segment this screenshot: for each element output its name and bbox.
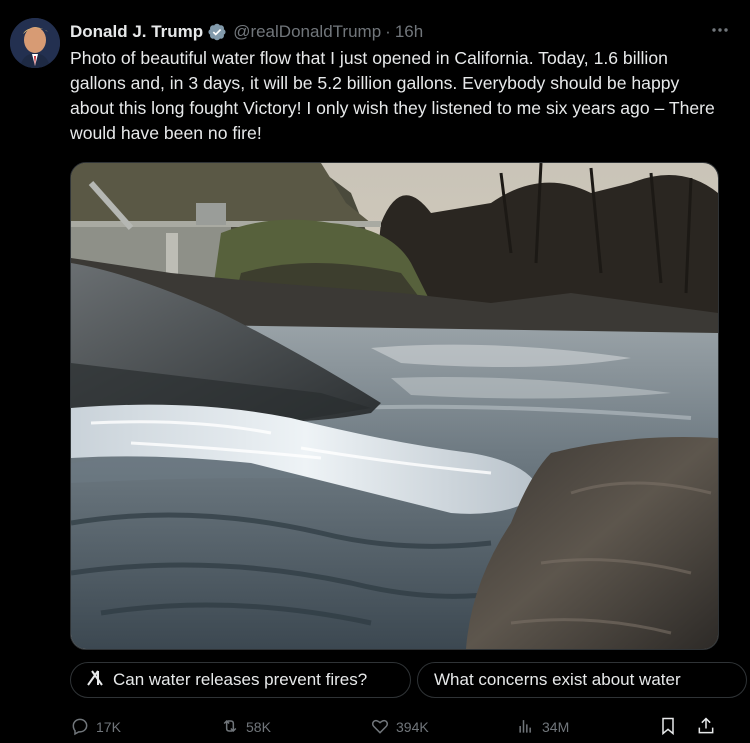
views-count: 34M [542,719,570,735]
tweet-action-bar: 17K 58K 394K 34M [70,712,720,742]
share-icon [696,716,716,739]
verified-badge-icon [207,22,227,42]
tweet-header: Donald J. Trump @realDonaldTrump · 16h [70,20,730,44]
repost-button[interactable]: 58K [220,716,370,739]
separator-dot: · [385,22,391,41]
reply-count: 17K [96,719,121,735]
views-button[interactable]: 34M [516,716,658,739]
bookmark-icon [658,716,678,739]
tweet-text: Photo of beautiful water flow that I jus… [70,48,715,143]
grok-suggestion-chip[interactable]: Can water releases prevent fires? [70,662,411,698]
views-icon [516,716,536,739]
share-button[interactable] [696,716,720,739]
like-button[interactable]: 394K [370,716,516,739]
repost-icon [220,716,240,739]
author-name[interactable]: Donald J. Trump [70,22,203,42]
tweet-photo[interactable] [70,162,719,650]
tweet-timestamp[interactable]: 16h [395,22,423,42]
grok-suggestion-label: What concerns exist about water [434,670,681,689]
reply-button[interactable]: 17K [70,716,220,739]
more-options-icon[interactable] [710,20,730,45]
bookmark-button[interactable] [658,716,696,739]
reply-icon [70,716,90,739]
author-handle[interactable]: @realDonaldTrump [233,22,381,42]
repost-count: 58K [246,719,271,735]
grok-suggestions: Can water releases prevent fires? What c… [70,662,750,700]
like-icon [370,716,390,739]
avatar[interactable] [10,18,60,68]
grok-suggestion-chip[interactable]: What concerns exist about water [417,662,747,698]
grok-suggestion-label: Can water releases prevent fires? [113,670,368,689]
like-count: 394K [396,719,429,735]
grok-icon [85,668,105,693]
